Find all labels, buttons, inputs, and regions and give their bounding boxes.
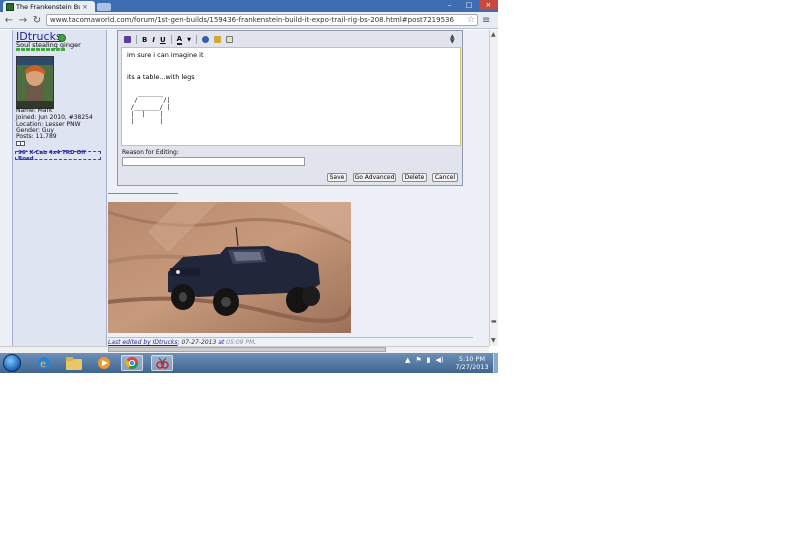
italic-button[interactable]: I [152, 36, 155, 44]
signature-link[interactable]: 96' X-Cab 4x4 TRD Off Road [15, 150, 101, 162]
reason-input[interactable] [122, 157, 305, 166]
insert-quote-icon[interactable] [225, 36, 233, 43]
window-controls: – □ × [440, 0, 498, 10]
last-edited-suffix: . [254, 339, 257, 346]
delete-button[interactable]: Delete [402, 173, 427, 182]
bold-button[interactable]: B [142, 36, 147, 44]
last-edited-link[interactable]: Last edited by IDtrucks [108, 339, 178, 346]
close-window-icon[interactable]: × [478, 0, 498, 10]
underline-button[interactable]: U [160, 36, 166, 44]
toolbar-separator [136, 35, 137, 44]
system-tray: ▲ ⚑ ▮ ◀) [405, 356, 444, 364]
taskbar-clock[interactable]: 5:10 PM 7/27/2013 [452, 355, 492, 371]
clock-time: 5:10 PM [458, 355, 486, 363]
volume-icon[interactable]: ◀) [436, 356, 444, 364]
url-text: www.tacomaworld.com/forum/1st-gen-builds… [50, 16, 454, 24]
site-favicon [6, 2, 14, 11]
ascii-table-art: _______ / /| /_______/ | | | | | | [130, 90, 171, 125]
horizontal-scroll-thumb[interactable] [108, 347, 386, 352]
user-posts: Posts: 11,789 [16, 133, 57, 140]
toolbar-separator [195, 35, 197, 44]
scroll-up-icon[interactable]: ▲ [491, 31, 496, 38]
internet-explorer-icon[interactable]: e [33, 355, 55, 371]
menu-icon[interactable]: ≡ [482, 15, 490, 26]
insert-image-icon[interactable] [213, 36, 221, 43]
maximize-icon[interactable]: □ [459, 0, 478, 10]
back-icon[interactable]: ← [4, 15, 14, 26]
format-wizard-icon[interactable] [124, 36, 131, 43]
chrome-taskbar-icon[interactable] [121, 355, 143, 371]
snipping-tool-icon[interactable] [151, 355, 173, 371]
user-avatar[interactable] [16, 56, 54, 109]
toolbar-separator [170, 35, 172, 44]
vertical-scrollbar[interactable]: ▲ ▬ ▼ [489, 30, 498, 346]
tab-close-icon[interactable]: × [82, 3, 88, 11]
save-button[interactable]: Save [327, 173, 347, 182]
show-desktop-button[interactable] [493, 353, 498, 373]
new-tab-button[interactable] [97, 3, 111, 11]
last-edited-note: Last edited by IDtrucks; 07-27-2013 at 0… [108, 339, 256, 346]
media-player-icon[interactable] [93, 355, 115, 371]
flag-icon[interactable]: ⚑ [415, 356, 421, 364]
last-edited-date: ; 07-27-2013 [177, 339, 217, 346]
reload-icon[interactable]: ↻ [32, 15, 42, 26]
forward-icon[interactable]: → [18, 15, 28, 26]
go-advanced-button[interactable]: Go Advanced [353, 173, 396, 182]
editor-resize-icon[interactable]: ▲ ▼ [450, 34, 455, 45]
post-photo-truck[interactable] [108, 202, 351, 333]
text-color-button[interactable]: A [176, 35, 183, 45]
address-bar[interactable]: www.tacomaworld.com/forum/1st-gen-builds… [46, 14, 478, 26]
user-name-label: Name: Mark [16, 107, 53, 114]
start-button[interactable] [3, 354, 21, 372]
textarea-line-1: im sure i can imagine it [127, 51, 204, 59]
tray-expand-icon[interactable]: ▲ [405, 356, 410, 364]
editor-toolbar: B I U A ▼ [121, 33, 459, 46]
last-edited-at: at [216, 339, 227, 346]
browser-tab[interactable]: The Frankenstein Build! 1 × [3, 1, 95, 12]
garage-icon[interactable] [16, 140, 25, 146]
browser-toolbar: ← → ↻ www.tacomaworld.com/forum/1st-gen-… [0, 12, 498, 29]
scroll-thumb-icon[interactable]: ▬ [491, 318, 497, 325]
minimize-icon[interactable]: – [440, 0, 459, 10]
reputation-bar [16, 48, 65, 51]
svg-text:e: e [40, 359, 46, 370]
scroll-down-icon[interactable]: ▼ [491, 337, 496, 344]
signature-divider [108, 193, 178, 194]
post-footer-divider [108, 337, 473, 338]
tab-title: The Frankenstein Build! 1 [16, 2, 80, 11]
textarea-line-2: its a table...with legs [127, 73, 195, 81]
network-icon[interactable]: ▮ [427, 356, 431, 364]
reason-label: Reason for Editing: [122, 149, 179, 156]
post-textarea[interactable]: im sure i can imagine it its a table...w… [121, 47, 461, 146]
user-joined: Joined: Jun 2010, #38254 [16, 114, 93, 121]
clock-date: 7/27/2013 [455, 363, 489, 371]
cancel-button[interactable]: Cancel [432, 173, 458, 182]
insert-link-icon[interactable] [201, 36, 209, 43]
file-explorer-icon[interactable] [63, 355, 85, 371]
bookmark-star-icon[interactable]: ☆ [467, 15, 477, 25]
color-dropdown-icon[interactable]: ▼ [187, 37, 191, 43]
last-edited-time: 05:09 PM [226, 339, 255, 346]
